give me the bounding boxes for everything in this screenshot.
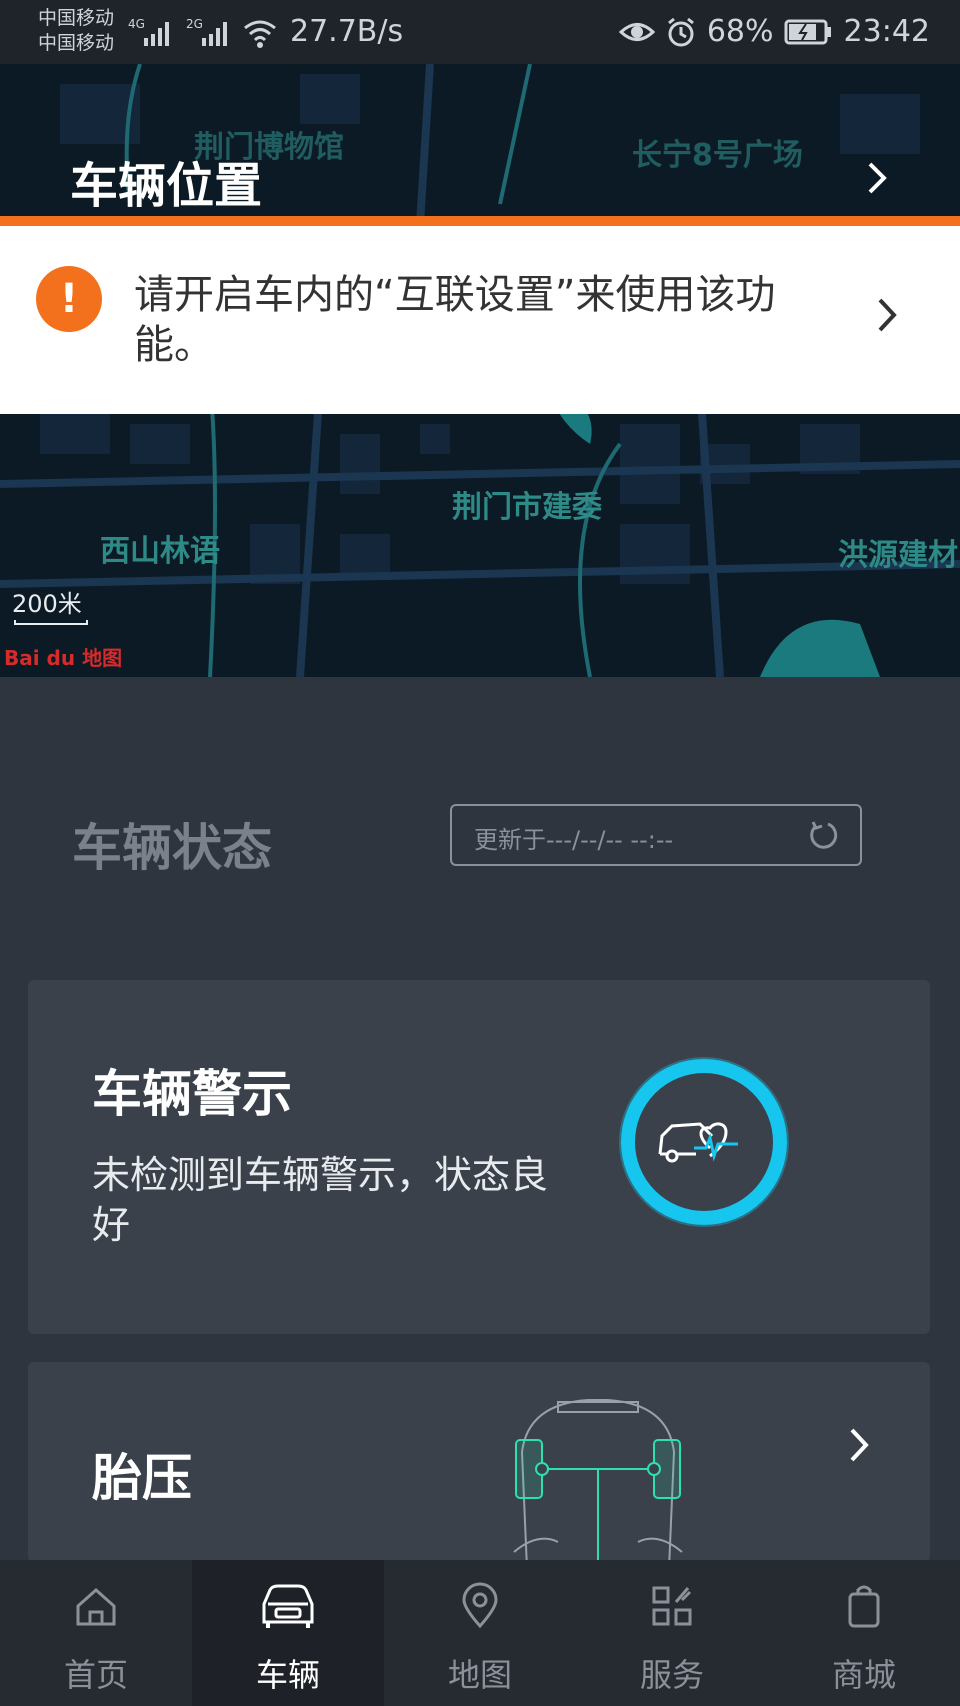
update-time-text: 更新于---/--/-- --:--: [474, 826, 674, 854]
map-label-hongyuan: 洪源建材: [838, 538, 958, 573]
baidu-logo: Bai du 地图: [4, 646, 123, 670]
nav-services-label: 服务: [639, 1656, 704, 1694]
map-scale: 200米: [12, 590, 82, 618]
car-icon: [262, 1584, 314, 1628]
update-time-box[interactable]: 更新于---/--/-- --:--: [450, 804, 862, 866]
shopping-bag-icon: [848, 1585, 880, 1628]
orange-divider: [0, 216, 960, 226]
carrier-2: 中国移动: [38, 32, 115, 54]
nav-services[interactable]: 服务: [576, 1560, 768, 1706]
signal-4g-icon: 4G: [128, 17, 169, 46]
tire-pressure-title: 胎压: [92, 1449, 192, 1507]
svg-text:4G: 4G: [128, 17, 145, 31]
vehicle-location-title[interactable]: 车辆位置: [70, 146, 262, 216]
bottom-nav: 首页 车辆 地图 服务 商城: [0, 1560, 960, 1706]
nav-shop-label: 商城: [831, 1656, 896, 1694]
notice-chevron-right-icon[interactable]: [876, 296, 900, 334]
nav-map[interactable]: 地图: [384, 1560, 576, 1706]
vehicle-warning-title: 车辆警示: [92, 1065, 292, 1123]
carrier-1: 中国移动: [38, 7, 115, 29]
svg-text:2G: 2G: [186, 17, 203, 31]
clock-time: 23:42: [843, 14, 930, 49]
vehicle-warning-description: 未检测到车辆警示，状态良好: [92, 1153, 549, 1247]
notice-text: 请开启车内的“互联设置”来使用该功能。: [134, 272, 776, 368]
vehicle-warning-card[interactable]: 车辆警示 未检测到车辆警示，状态良好: [28, 980, 930, 1334]
nav-home[interactable]: 首页: [0, 1560, 192, 1706]
nav-map-label: 地图: [447, 1656, 512, 1694]
signal-2g-icon: 2G: [186, 17, 227, 46]
battery-charging-icon: [784, 19, 831, 44]
map-label-plaza: 长宁8号广场: [632, 138, 803, 173]
connect-settings-notice[interactable]: ! 请开启车内的“互联设置”来使用该功能。: [0, 226, 960, 414]
nav-home-label: 首页: [63, 1656, 128, 1694]
nav-vehicle-label: 车辆: [255, 1656, 320, 1694]
wifi-icon: [244, 20, 276, 48]
vehicle-status-title: 车辆状态: [72, 819, 272, 877]
map-scale-bar: [14, 620, 88, 625]
location-chevron-right-icon[interactable]: [866, 160, 890, 196]
nav-shop[interactable]: 商城: [768, 1560, 960, 1706]
status-bar: 中国移动 中国移动 4G 2G 27.7B/s 68% 23:42: [0, 0, 960, 64]
car-health-ring-icon: [619, 1057, 789, 1227]
tire-chevron-right-icon[interactable]: [848, 1426, 872, 1464]
refresh-icon[interactable]: [806, 818, 842, 854]
battery-percent: 68%: [706, 14, 774, 49]
nav-vehicle[interactable]: 车辆: [192, 1560, 384, 1706]
map-pin-icon: [462, 1582, 498, 1629]
home-icon: [76, 1587, 116, 1626]
map-label-xishan: 西山林语: [100, 534, 220, 569]
alarm-icon: [667, 17, 694, 46]
net-speed: 27.7B/s: [290, 14, 404, 49]
carrier-info: 中国移动 中国移动: [38, 6, 114, 56]
map-label-construction: 荆门市建委: [452, 490, 602, 525]
tire-pressure-card[interactable]: 胎压: [28, 1362, 930, 1562]
services-icon: [652, 1586, 692, 1626]
warning-icon: !: [36, 266, 102, 332]
tire-car-diagram-icon: [513, 1399, 683, 1562]
eye-icon: [618, 22, 655, 41]
